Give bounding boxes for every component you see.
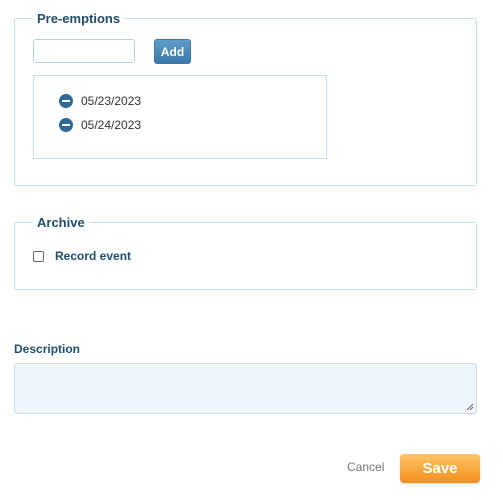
- add-button[interactable]: Add: [154, 39, 191, 64]
- preemption-date-input[interactable]: [33, 39, 135, 63]
- description-label: Description: [14, 342, 81, 356]
- record-event-label: Record event: [55, 249, 132, 263]
- archive-fieldset: Archive Record event: [14, 215, 477, 290]
- list-item: 05/23/2023: [59, 93, 141, 109]
- remove-icon[interactable]: [59, 118, 73, 132]
- record-event-checkbox[interactable]: [33, 250, 44, 262]
- preemption-date-list: 05/23/2023 05/24/2023: [33, 75, 327, 159]
- save-button[interactable]: Save: [400, 454, 480, 483]
- archive-legend: Archive: [33, 215, 89, 230]
- preemption-date: 05/24/2023: [81, 118, 142, 132]
- preemptions-fieldset: Pre-emptions Add 05/23/2023 05/24/2023: [14, 11, 477, 186]
- resize-handle-icon[interactable]: [466, 403, 474, 411]
- list-item: 05/24/2023: [59, 117, 141, 133]
- remove-icon[interactable]: [59, 94, 73, 108]
- cancel-button[interactable]: Cancel: [347, 460, 384, 474]
- preemptions-legend: Pre-emptions: [33, 11, 125, 26]
- description-textarea[interactable]: [14, 363, 477, 414]
- record-event-row[interactable]: Record event: [33, 249, 131, 263]
- preemption-date: 05/23/2023: [81, 94, 142, 108]
